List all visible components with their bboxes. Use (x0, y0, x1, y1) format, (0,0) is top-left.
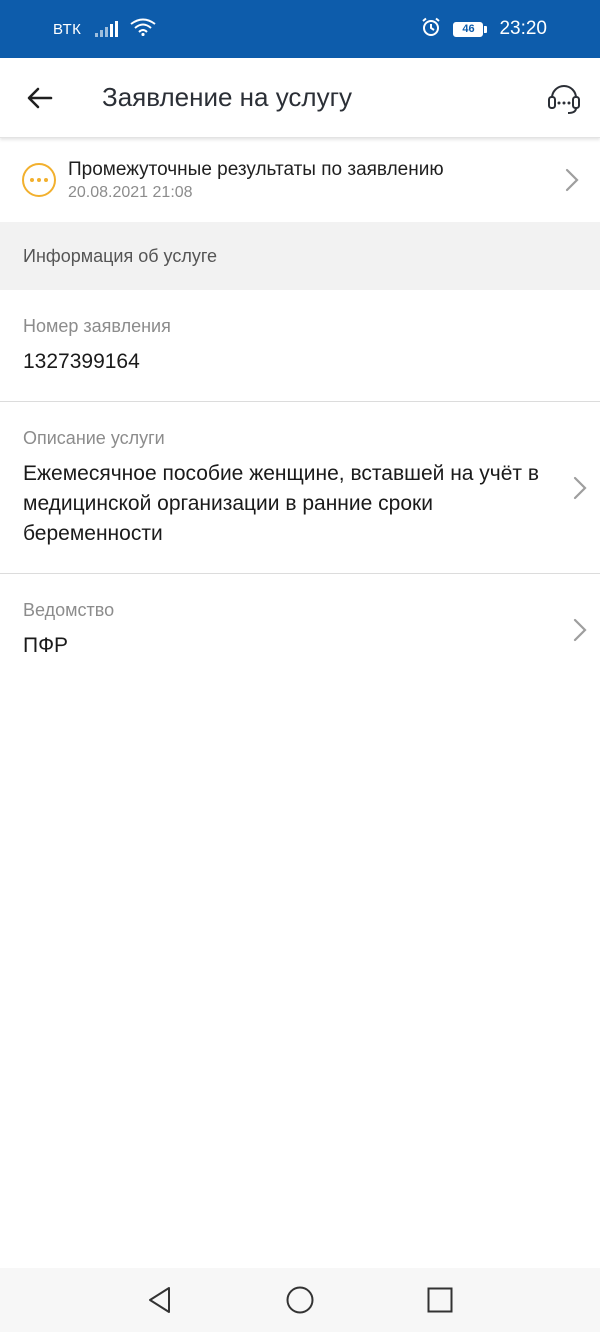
section-header: Информация об услуге (0, 222, 600, 290)
carrier-name: ВТК (53, 20, 82, 38)
headset-icon (548, 85, 580, 114)
field-label: Ведомство (23, 600, 115, 620)
field-label: Описание услуги (23, 428, 165, 448)
result-title: Промежуточные результаты по заявлению (68, 158, 444, 180)
arrow-left-icon (27, 87, 53, 108)
alarm-icon (421, 17, 441, 42)
circle-home-icon (286, 1286, 314, 1314)
result-date: 20.08.2021 21:08 (68, 183, 193, 201)
nav-back-button[interactable] (140, 1280, 180, 1320)
wifi-icon (130, 18, 157, 41)
nav-recents-button[interactable] (420, 1280, 460, 1320)
app-bar: Заявление на услугу (0, 58, 600, 138)
square-recents-icon (427, 1287, 453, 1313)
pending-status-icon (22, 163, 56, 197)
back-button[interactable] (22, 80, 58, 116)
triangle-back-icon (149, 1287, 170, 1313)
page-title: Заявление на услугу (102, 82, 353, 112)
field-value: ПФР (23, 634, 69, 657)
system-nav-bar (0, 1268, 600, 1332)
nav-home-button[interactable] (280, 1280, 320, 1320)
field-label: Номер заявления (23, 316, 171, 336)
status-right: 46 23:20 (421, 17, 547, 42)
field-application-number: Номер заявления 1327399164 (0, 290, 600, 402)
chevron-right-icon (565, 168, 579, 192)
field-value: 1327399164 (23, 350, 140, 373)
field-service-description[interactable]: Описание услуги Ежемесячное пособие женщ… (0, 402, 600, 574)
field-value: Ежемесячное пособие женщине, вставшей на… (23, 462, 540, 545)
battery-level: 46 (453, 21, 484, 37)
battery-icon: 46 (453, 21, 488, 37)
field-agency[interactable]: Ведомство ПФР (0, 574, 600, 685)
intermediate-results-row[interactable]: Промежуточные результаты по заявлению 20… (0, 138, 600, 222)
chevron-right-icon (573, 476, 587, 499)
support-button[interactable] (544, 78, 584, 118)
clock: 23:20 (499, 18, 547, 39)
signal-icon (95, 21, 119, 37)
status-bar: ВТК 46 23:20 (0, 0, 600, 58)
result-text: Промежуточные результаты по заявлению 20… (68, 159, 444, 202)
chevron-right-icon (573, 618, 587, 641)
status-left: ВТК (53, 18, 157, 41)
